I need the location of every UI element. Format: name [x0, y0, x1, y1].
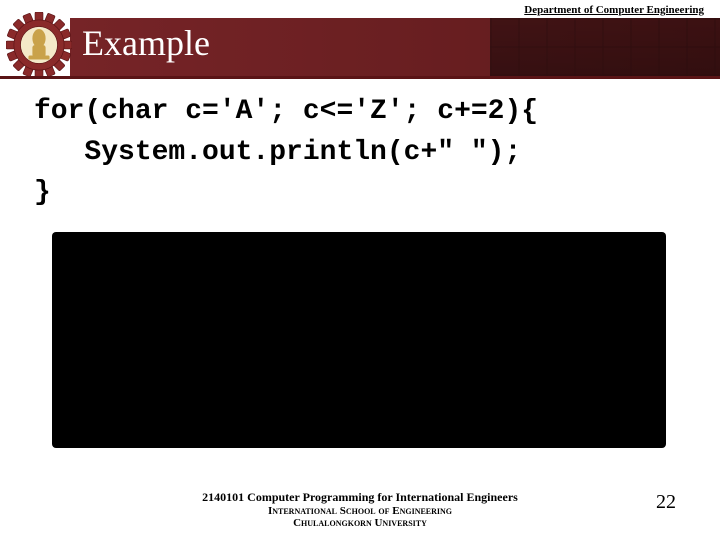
code-line-2: System.out.println(c+" "); — [34, 137, 521, 168]
title-underline — [0, 76, 720, 79]
slide-title: Example — [82, 22, 210, 64]
footer-school: International School of Engineering — [0, 505, 720, 518]
page-number: 22 — [656, 491, 676, 514]
university-crest-gear-icon — [6, 12, 72, 78]
footer-course: 2140101 Computer Programming for Interna… — [0, 491, 720, 505]
output-console-box — [52, 232, 666, 448]
department-label: Department of Computer Engineering — [524, 4, 704, 16]
code-line-1: for(char c='A'; c<='Z'; c+=2){ — [34, 96, 538, 127]
footer-university: Chulalongkorn University — [0, 517, 720, 530]
keyboard-texture — [490, 18, 720, 76]
code-line-3: } — [34, 177, 51, 208]
code-block: for(char c='A'; c<='Z'; c+=2){ System.ou… — [34, 92, 538, 214]
footer: 2140101 Computer Programming for Interna… — [0, 491, 720, 530]
